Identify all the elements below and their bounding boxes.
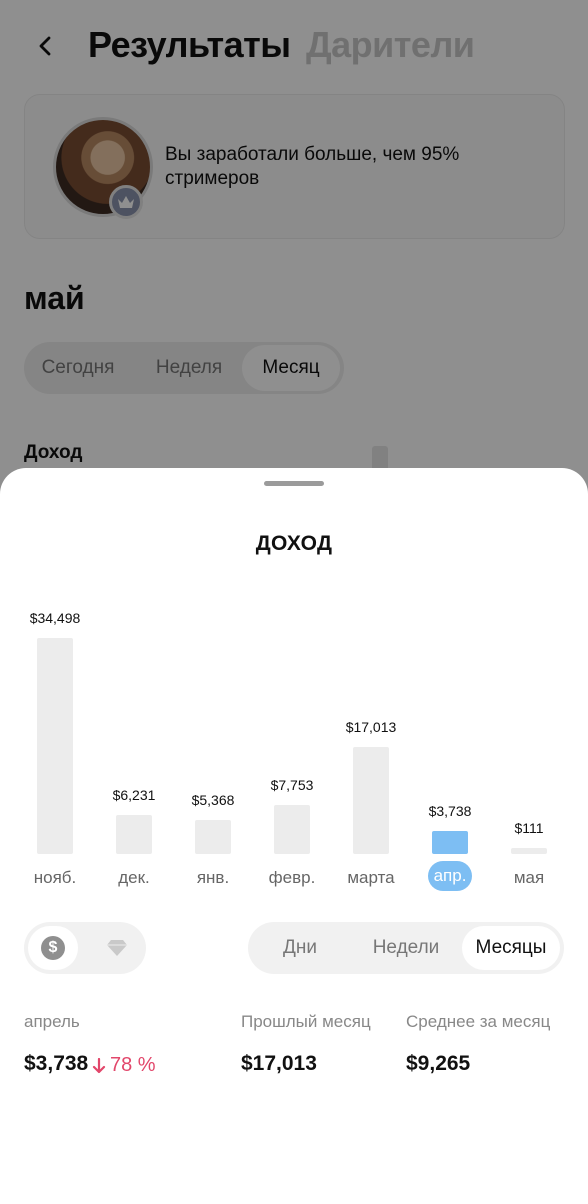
dollar-icon: $ <box>41 936 65 960</box>
income-bar-chart: 034т.$34,498нояб.$6,231дек.$5,368янв.$7,… <box>0 468 588 908</box>
period-toggle: Дни Недели Месяцы <box>248 922 564 974</box>
currency-toggle: $ <box>24 922 146 974</box>
period-months-button[interactable]: Месяцы <box>462 926 560 970</box>
income-bottom-sheet: ДОХОД 034т.$34,498нояб.$6,231дек.$5,368я… <box>0 468 588 1204</box>
bar-column[interactable]: $111 мая <box>479 468 579 908</box>
change-percent: 78 % <box>110 1054 156 1076</box>
chart-bar[interactable] <box>274 805 310 854</box>
previous-month-value: $17,013 <box>241 1052 317 1075</box>
bar-category-label: апр. <box>428 861 472 891</box>
period-days-button[interactable]: Дни <box>254 926 346 970</box>
chart-bar[interactable] <box>511 848 547 854</box>
chart-bar[interactable] <box>195 820 231 854</box>
dollar-option[interactable]: $ <box>28 926 78 970</box>
previous-month-label: Прошлый месяц <box>241 1012 371 1031</box>
current-period-label: апрель <box>24 1012 80 1031</box>
average-month-label: Среднее за месяц <box>406 1012 551 1031</box>
current-period-value: $3,738 <box>24 1052 89 1075</box>
period-weeks-button[interactable]: Недели <box>352 926 460 970</box>
chart-bar[interactable] <box>116 815 152 854</box>
chart-bar[interactable] <box>37 638 73 854</box>
bar-category-label: мая <box>513 868 545 887</box>
bar-value-label: $111 <box>514 820 544 836</box>
average-month-value: $9,265 <box>406 1052 471 1075</box>
diamond-icon <box>107 940 127 956</box>
change-indicator: 78 % <box>92 1054 156 1077</box>
chart-bar[interactable] <box>353 747 389 854</box>
diamond-option[interactable] <box>92 926 142 970</box>
chart-bar[interactable] <box>432 831 468 854</box>
arrow-down-icon <box>92 1057 106 1073</box>
